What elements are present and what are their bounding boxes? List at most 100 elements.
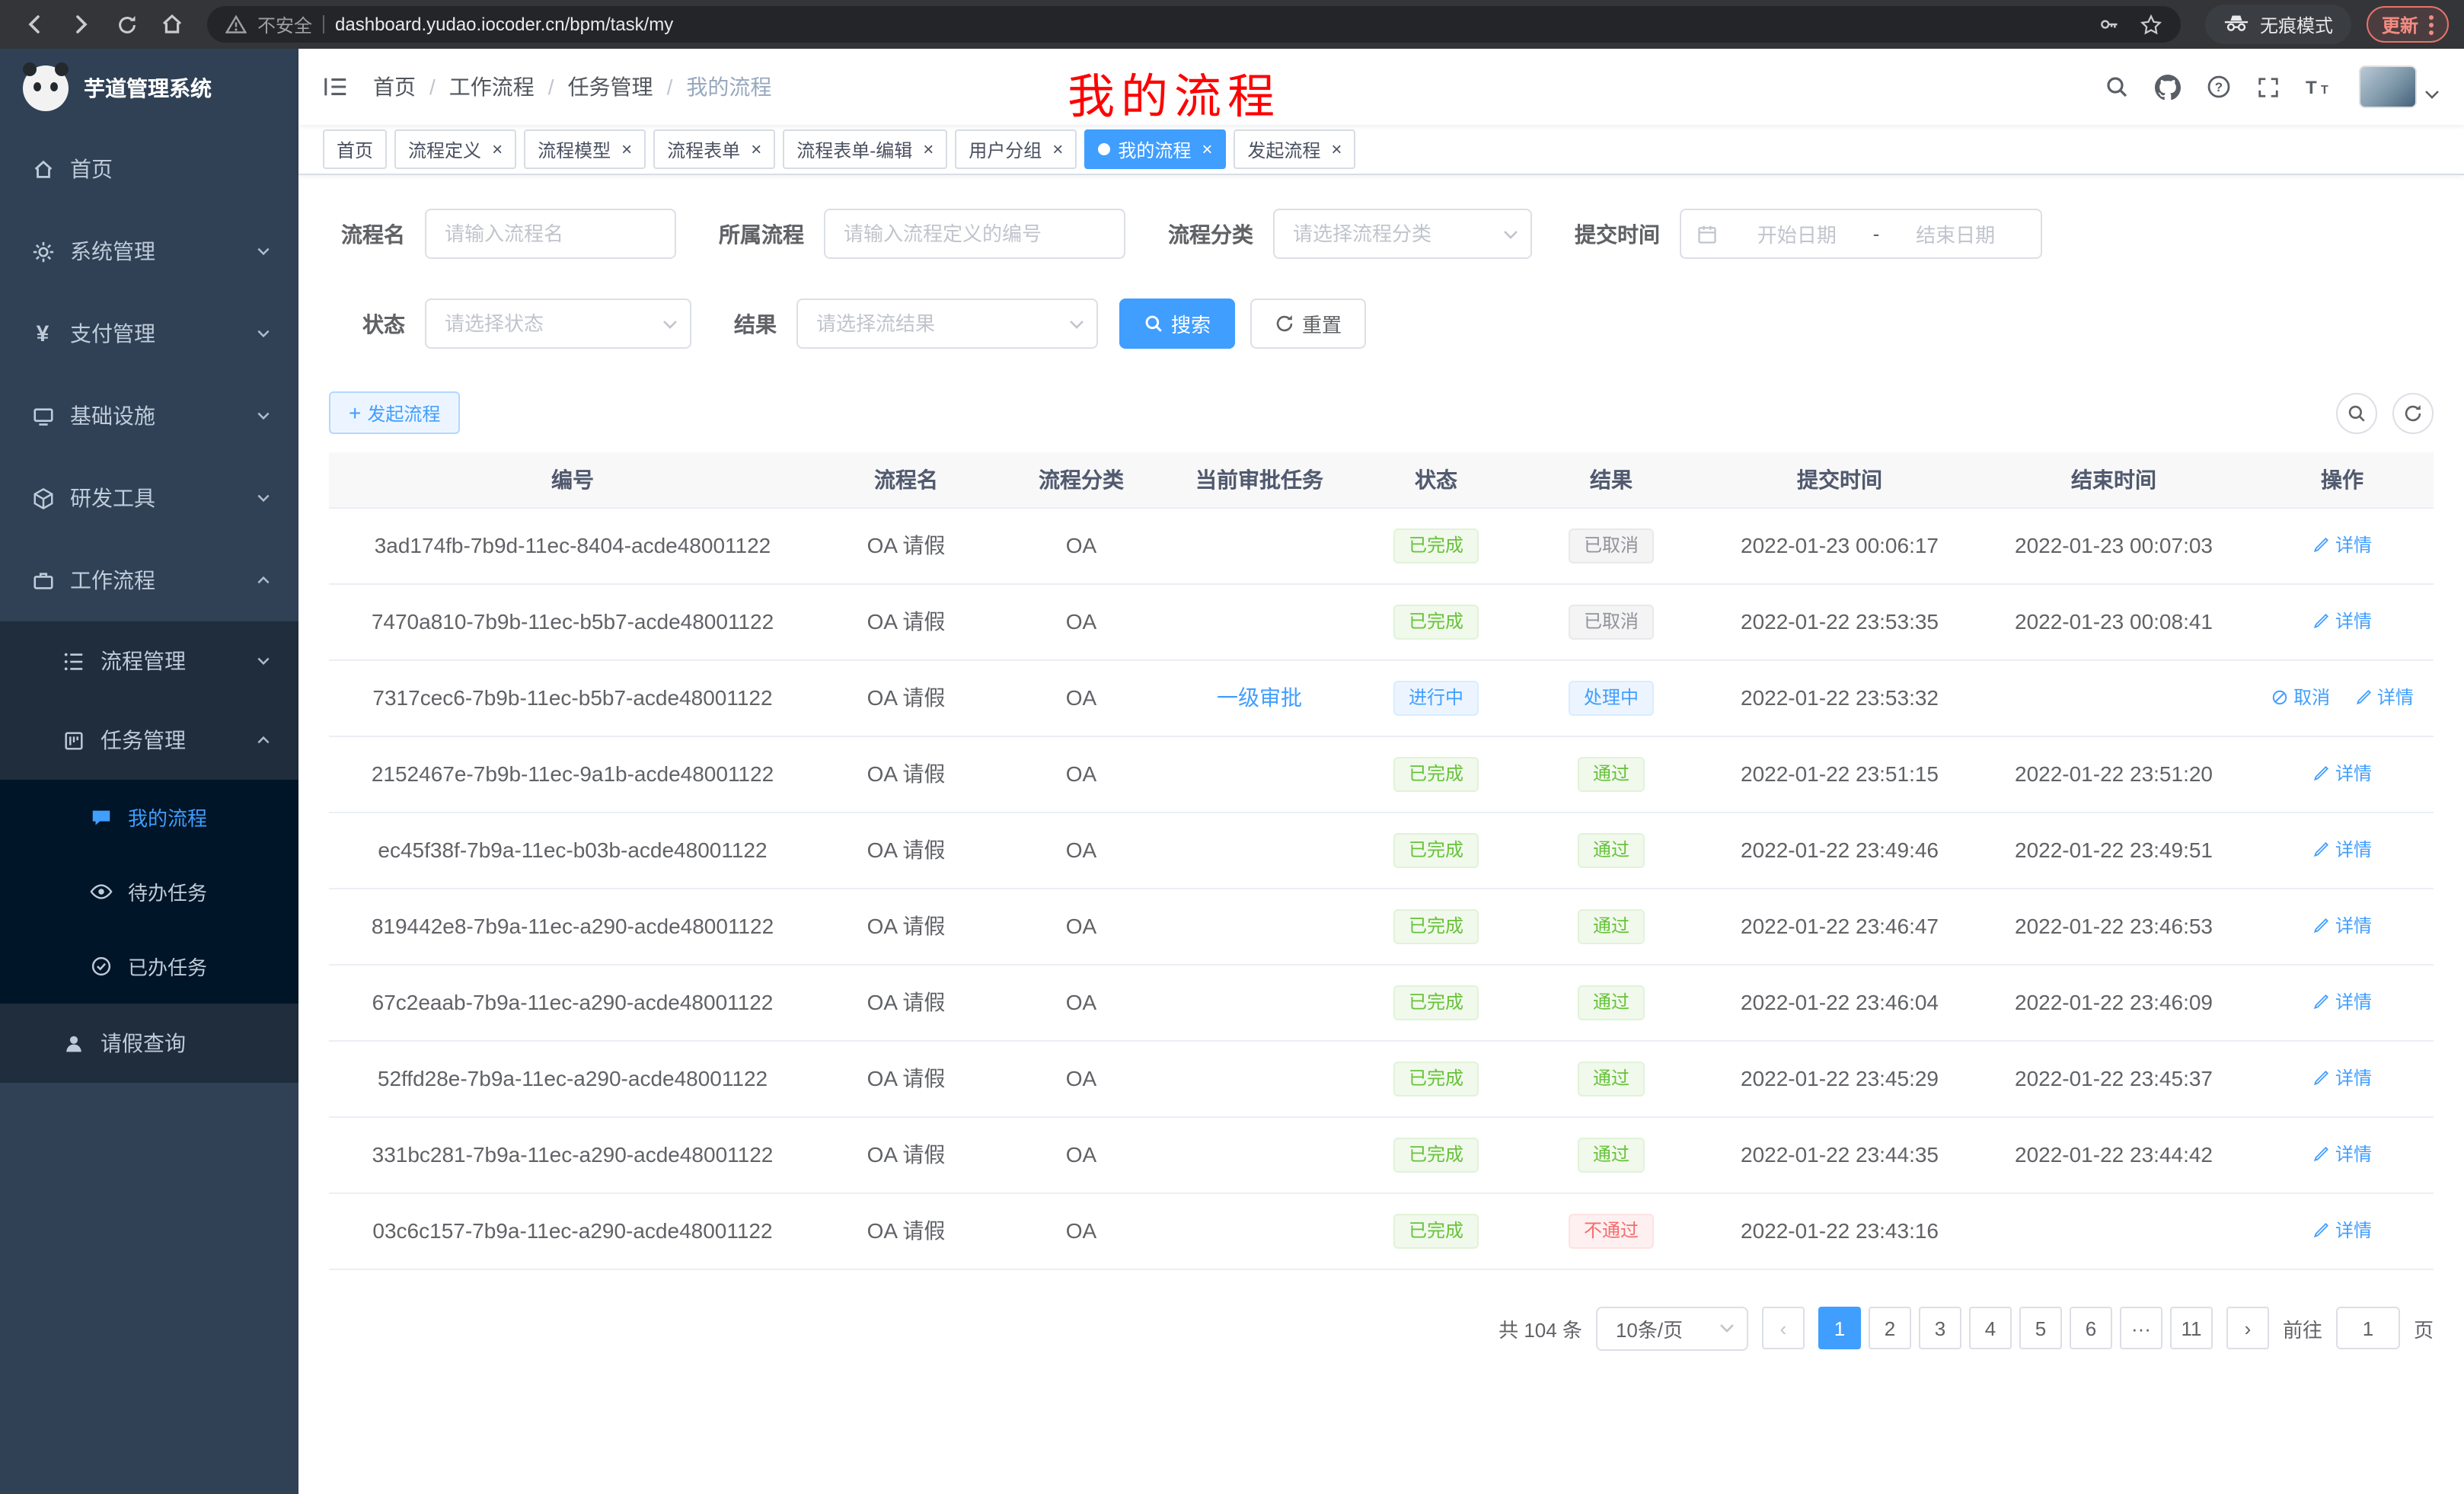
kanban-icon xyxy=(61,729,85,752)
detail-action[interactable]: 详情 xyxy=(2354,685,2414,710)
sidebar-item-devtools[interactable]: 研发工具 xyxy=(0,457,298,539)
cell-category: OA xyxy=(996,812,1167,888)
close-tab-icon[interactable]: × xyxy=(1331,140,1342,158)
close-tab-icon[interactable]: × xyxy=(1202,140,1212,158)
cell-end-time xyxy=(1977,659,2251,736)
sidebar-item-leave-query[interactable]: 请假查询 xyxy=(0,1004,298,1083)
cell-name: OA 请假 xyxy=(816,964,996,1040)
browser-forward-icon[interactable] xyxy=(61,5,101,44)
cancel-action[interactable]: 取消 xyxy=(2271,685,2330,710)
close-tab-icon[interactable]: × xyxy=(621,140,632,158)
refresh-button[interactable] xyxy=(2392,392,2434,433)
status-select-input[interactable] xyxy=(425,298,691,349)
result-select-input[interactable] xyxy=(796,298,1098,349)
breadcrumb-home[interactable]: 首页 xyxy=(373,72,449,102)
font-size-icon[interactable]: TT xyxy=(2306,75,2333,99)
view-tab[interactable]: 发起流程 × xyxy=(1234,129,1355,169)
detail-action[interactable]: 详情 xyxy=(2312,1065,2372,1091)
detail-action[interactable]: 详情 xyxy=(2312,1218,2372,1243)
sidebar-item-my-process[interactable]: 我的流程 xyxy=(0,780,298,854)
cell-category: OA xyxy=(996,507,1167,583)
date-range-picker[interactable]: 开始日期 - 结束日期 xyxy=(1680,209,2042,259)
sidebar-item-home[interactable]: 首页 xyxy=(0,128,298,210)
github-icon[interactable] xyxy=(2155,74,2181,100)
view-tab[interactable]: 首页 × xyxy=(323,129,387,169)
close-tab-icon[interactable]: × xyxy=(492,140,503,158)
browser-reload-icon[interactable] xyxy=(107,5,146,44)
end-date-placeholder[interactable]: 结束日期 xyxy=(1885,219,2025,248)
process-name-input[interactable] xyxy=(425,209,676,259)
page-button[interactable]: 2 xyxy=(1869,1307,1911,1349)
sidebar-item-system[interactable]: 系统管理 xyxy=(0,210,298,292)
sidebar-item-infrastructure[interactable]: 基础设施 xyxy=(0,375,298,457)
fullscreen-icon[interactable] xyxy=(2257,75,2280,98)
category-select[interactable] xyxy=(1273,209,1532,259)
security-label[interactable]: 不安全 xyxy=(257,11,312,37)
cell-category: OA xyxy=(996,583,1167,659)
sidebar-item-task-mgmt[interactable]: 任务管理 xyxy=(0,701,298,780)
reset-button[interactable]: 重置 xyxy=(1250,298,1366,349)
view-tab[interactable]: 我的流程 × xyxy=(1084,129,1226,169)
home-icon xyxy=(30,158,55,180)
detail-action[interactable]: 详情 xyxy=(2312,913,2372,939)
process-id-input[interactable] xyxy=(824,209,1125,259)
view-tab[interactable]: 流程表单-编辑 × xyxy=(783,129,947,169)
view-tab[interactable]: 流程定义 × xyxy=(394,129,516,169)
category-select-input[interactable] xyxy=(1273,209,1532,259)
browser-address-bar[interactable]: 不安全 dashboard.yudao.iocoder.cn/bpm/task/… xyxy=(207,6,2181,43)
page-button[interactable]: 3 xyxy=(1919,1307,1961,1349)
sidebar-item-todo-tasks[interactable]: 待办任务 xyxy=(0,854,298,929)
prev-page-button[interactable]: ‹ xyxy=(1762,1307,1805,1349)
detail-action[interactable]: 详情 xyxy=(2312,608,2372,634)
page-button[interactable]: ··· xyxy=(2120,1307,2162,1349)
sidebar-item-workflow[interactable]: 工作流程 xyxy=(0,539,298,621)
page-button[interactable]: 6 xyxy=(2070,1307,2112,1349)
close-tab-icon[interactable]: × xyxy=(923,140,934,158)
sidebar-item-process-mgmt[interactable]: 流程管理 xyxy=(0,621,298,701)
current-task-link[interactable]: 一级审批 xyxy=(1217,685,1302,710)
star-icon[interactable] xyxy=(2140,13,2162,36)
search-icon[interactable] xyxy=(2105,75,2129,99)
close-tab-icon[interactable]: × xyxy=(751,140,761,158)
help-icon[interactable]: ? xyxy=(2207,75,2231,99)
page-button[interactable]: 11 xyxy=(2170,1307,2213,1349)
browser-home-icon[interactable] xyxy=(152,5,192,44)
sidebar-item-payment[interactable]: ¥ 支付管理 xyxy=(0,292,298,375)
page-size-select[interactable] xyxy=(1596,1306,1748,1350)
toggle-search-button[interactable] xyxy=(2336,392,2377,433)
detail-action[interactable]: 详情 xyxy=(2312,1141,2372,1167)
detail-action[interactable]: 详情 xyxy=(2312,989,2372,1015)
start-date-placeholder[interactable]: 开始日期 xyxy=(1727,219,1867,248)
cell-submit-time: 2022-01-22 23:49:46 xyxy=(1703,812,1977,888)
next-page-button[interactable]: › xyxy=(2226,1307,2269,1349)
page-size-input[interactable] xyxy=(1596,1306,1748,1350)
view-tab[interactable]: 流程表单 × xyxy=(653,129,775,169)
view-tab[interactable]: 用户分组 × xyxy=(955,129,1077,169)
breadcrumb-workflow[interactable]: 工作流程 xyxy=(449,72,568,102)
page-button[interactable]: 1 xyxy=(1818,1307,1861,1349)
result-select[interactable] xyxy=(796,298,1098,349)
key-icon[interactable] xyxy=(2099,14,2120,35)
page-button[interactable]: 4 xyxy=(1969,1307,2012,1349)
status-select[interactable] xyxy=(425,298,691,349)
detail-action[interactable]: 详情 xyxy=(2312,761,2372,787)
page-button[interactable]: 5 xyxy=(2019,1307,2062,1349)
url-text[interactable]: dashboard.yudao.iocoder.cn/bpm/task/my xyxy=(335,14,673,35)
detail-action[interactable]: 详情 xyxy=(2312,837,2372,863)
user-menu[interactable] xyxy=(2359,65,2440,108)
sidebar-toggle-icon[interactable] xyxy=(323,75,349,99)
detail-action[interactable]: 详情 xyxy=(2312,532,2372,558)
close-tab-icon[interactable]: × xyxy=(1052,140,1063,158)
chevron-down-icon xyxy=(256,244,271,259)
avatar[interactable] xyxy=(2359,65,2417,108)
search-button[interactable]: 搜索 xyxy=(1119,298,1235,349)
view-tab[interactable]: 流程模型 × xyxy=(524,129,646,169)
goto-page-input[interactable] xyxy=(2336,1307,2400,1349)
breadcrumb-task-mgmt[interactable]: 任务管理 xyxy=(568,72,687,102)
sidebar-item-done-tasks[interactable]: 已办任务 xyxy=(0,929,298,1004)
browser-back-icon[interactable] xyxy=(15,5,55,44)
table-row: 03c6c157-7b9a-11ec-a290-acde48001122 OA … xyxy=(329,1192,2434,1269)
update-button[interactable]: 更新 xyxy=(2367,6,2449,43)
create-process-button[interactable]: + 发起流程 xyxy=(329,391,460,434)
browser-menu-icon[interactable] xyxy=(2429,14,2434,34)
